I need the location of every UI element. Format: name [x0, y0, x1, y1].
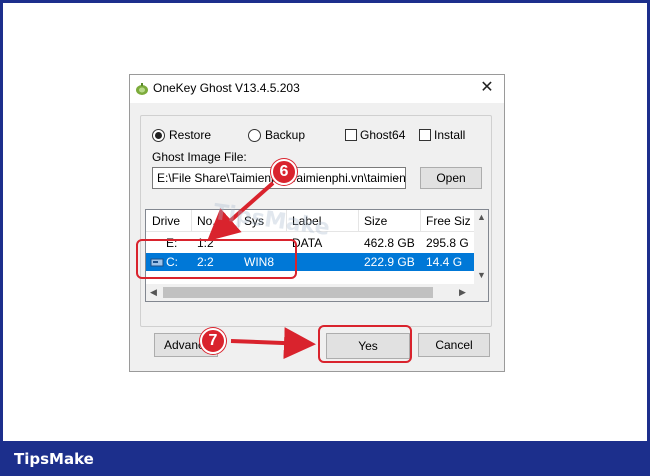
step6-badge: 6 — [271, 159, 297, 185]
step7-arrow — [230, 327, 316, 360]
screenshot-canvas: OneKey Ghost V13.4.5.203 ✕ Restore Backu… — [3, 3, 647, 441]
brand-footer: TipsMake — [14, 450, 94, 468]
step7-badge: 7 — [200, 328, 226, 354]
